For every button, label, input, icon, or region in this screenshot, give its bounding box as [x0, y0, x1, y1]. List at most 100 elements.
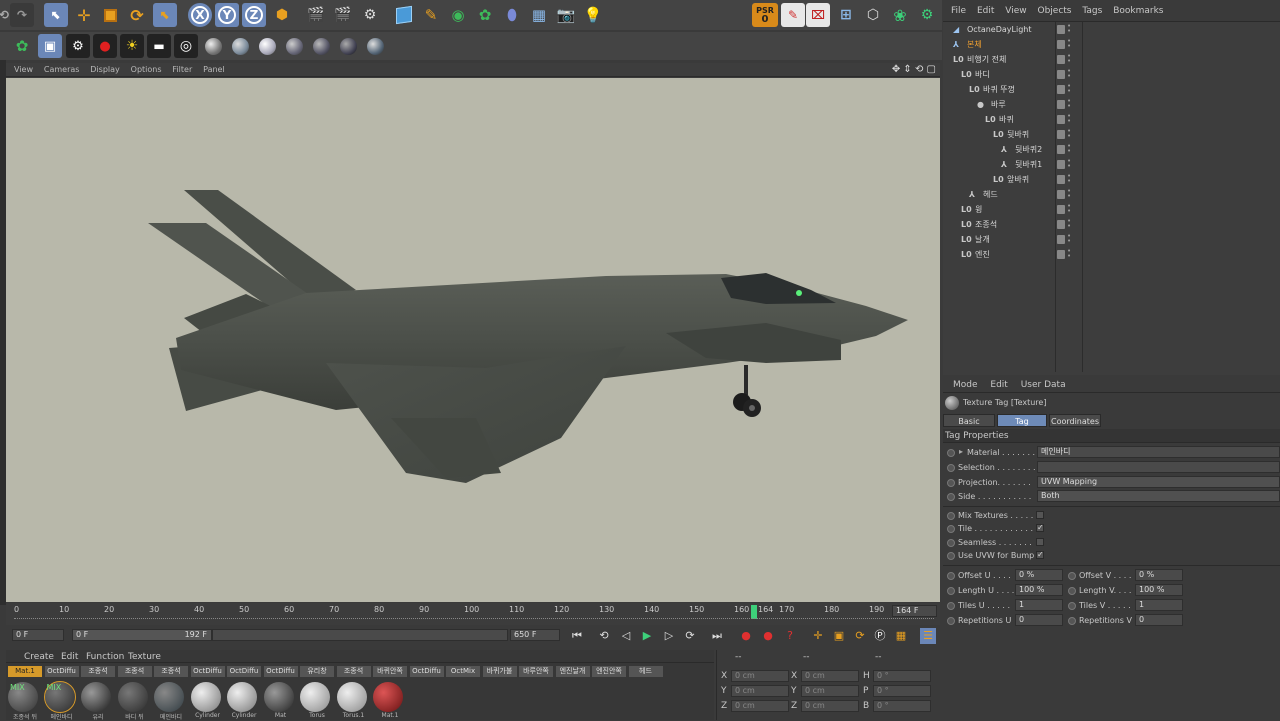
coord-value-field[interactable]: 0 cm — [801, 685, 859, 697]
playhead[interactable] — [751, 605, 757, 619]
range-track[interactable] — [212, 629, 508, 641]
visibility-dots[interactable]: • • — [1067, 233, 1071, 245]
layer-color-swatch[interactable] — [1057, 235, 1065, 244]
octane-options-icon[interactable]: ⚙ — [915, 3, 939, 27]
render-picture-viewer-icon[interactable]: 🎬 — [331, 3, 355, 27]
light-icon[interactable]: 💡 — [581, 3, 605, 27]
material-tab-label[interactable]: 엔진안쪽 — [592, 666, 626, 677]
material-tab-label[interactable]: 바퀴안쪽 — [373, 666, 407, 677]
material-tab-label[interactable]: OctDiffu — [263, 666, 298, 677]
tab-coordinates[interactable]: Coordinates — [1049, 414, 1101, 427]
material-thumbnail[interactable] — [190, 682, 221, 712]
visibility-dots[interactable]: • • — [1067, 83, 1071, 95]
layer-color-swatch[interactable] — [1057, 130, 1065, 139]
om-row[interactable]: ⅄ 본체 • • — [943, 37, 1280, 52]
visibility-dots[interactable]: • • — [1067, 203, 1071, 215]
model-mode-icon[interactable]: ▣ — [38, 34, 62, 58]
timeline-window-icon[interactable]: ☰ — [920, 628, 936, 644]
material-thumbnail[interactable] — [81, 682, 111, 712]
selection-animate-dot[interactable] — [947, 464, 955, 472]
cube-icon[interactable] — [392, 3, 416, 27]
octane-material-icon[interactable]: ❀ — [888, 3, 912, 27]
projection-animate-dot[interactable] — [947, 479, 955, 487]
visibility-dots[interactable]: • • — [1067, 68, 1071, 80]
snap-icon[interactable]: ✎ — [781, 3, 805, 27]
start-frame-field[interactable]: 0 F — [12, 629, 64, 641]
visibility-dots[interactable]: • • — [1067, 128, 1071, 140]
visibility-dots[interactable]: • • — [1067, 188, 1071, 200]
repetitions-v-field[interactable]: 0 — [1135, 614, 1183, 626]
play-icon[interactable]: ▶ — [639, 628, 655, 644]
length-u-animate-dot[interactable] — [947, 587, 955, 595]
om-row[interactable]: L0 엔진 • • — [943, 247, 1280, 262]
visibility-dots[interactable]: • • — [1067, 98, 1071, 110]
layer-color-swatch[interactable] — [1057, 250, 1065, 259]
om-menu-file[interactable]: File — [951, 0, 966, 22]
layer-color-swatch[interactable] — [1057, 160, 1065, 169]
coord-value-field[interactable]: 0 ° — [873, 670, 931, 682]
autokey-icon[interactable]: ● — [760, 628, 776, 644]
visibility-dots[interactable]: • • — [1067, 113, 1071, 125]
octane-target-icon[interactable]: ◎ — [174, 34, 198, 58]
mat-menu-edit[interactable]: Edit — [61, 652, 78, 662]
current-frame-field[interactable]: 164 F — [892, 605, 937, 617]
material-tab-label[interactable]: 유리창 — [300, 666, 334, 677]
om-menu-bookmarks[interactable]: Bookmarks — [1113, 0, 1163, 22]
sphere-mat5-icon[interactable] — [309, 34, 333, 58]
camera-icon[interactable]: 📷 — [554, 3, 578, 27]
side-animate-dot[interactable] — [947, 493, 955, 501]
goto-start-icon[interactable]: ⏮ — [569, 628, 585, 644]
om-row[interactable]: L0 앞바퀴 • • — [943, 172, 1280, 187]
attr-menu-mode[interactable]: Mode — [953, 377, 978, 393]
key-rotation-icon[interactable]: ⟳ — [852, 628, 868, 644]
mat-menu-function[interactable]: Function — [86, 652, 124, 662]
coord-value-field[interactable]: 0 cm — [801, 700, 859, 712]
visibility-dots[interactable]: • • — [1067, 218, 1071, 230]
om-row[interactable]: ● 바루 • • — [943, 97, 1280, 112]
viewport-menu-options[interactable]: Options — [131, 63, 162, 77]
visibility-dots[interactable]: • • — [1067, 143, 1071, 155]
end-frame-field[interactable]: 650 F — [510, 629, 560, 641]
tiles-u-field[interactable]: 1 — [1015, 599, 1063, 611]
om-row[interactable]: L0 바퀴 • • — [943, 112, 1280, 127]
material-expand-icon[interactable]: ▸ — [959, 447, 963, 456]
move-tool-icon[interactable]: ✛ — [72, 3, 96, 27]
seamless-animate-dot[interactable] — [947, 539, 955, 547]
projection-dropdown[interactable]: UVW Mapping — [1037, 476, 1280, 488]
key-scale-icon[interactable]: ▣ — [831, 628, 847, 644]
om-menu-tags[interactable]: Tags — [1082, 0, 1102, 22]
visibility-dots[interactable]: • • — [1067, 173, 1071, 185]
length-v-animate-dot[interactable] — [1068, 587, 1076, 595]
record-keys-icon[interactable]: ● — [738, 628, 754, 644]
om-row[interactable]: L0 윙 • • — [943, 202, 1280, 217]
octane-live-viewer-icon[interactable]: ⊞ — [834, 3, 858, 27]
material-tab-label[interactable]: OctDiffu — [44, 666, 79, 677]
next-key-icon[interactable]: ⟳ — [682, 628, 698, 644]
coord-value-field[interactable]: 0 cm — [731, 700, 789, 712]
material-tab-label[interactable]: OctMix — [446, 666, 480, 677]
scale-tool-icon[interactable] — [98, 3, 122, 27]
prev-frame-icon[interactable]: ◁ — [618, 628, 634, 644]
offset-u-field[interactable]: 0 % — [1015, 569, 1063, 581]
octane-daylight-icon[interactable]: ☀ — [120, 34, 144, 58]
om-menu-view[interactable]: View — [1005, 0, 1026, 22]
offset-v-field[interactable]: 0 % — [1135, 569, 1183, 581]
key-param-icon[interactable]: Ⓟ — [872, 628, 888, 644]
material-thumbnail[interactable] — [263, 682, 294, 712]
uvw-bump-checkbox[interactable]: ✓ — [1036, 551, 1044, 559]
deformer-icon[interactable]: ⬮ — [500, 3, 524, 27]
render-settings-icon[interactable]: ⚙ — [358, 3, 382, 27]
material-tab-label[interactable]: 헤드 — [628, 666, 663, 677]
layer-color-swatch[interactable] — [1057, 145, 1065, 154]
visibility-dots[interactable]: • • — [1067, 23, 1071, 35]
tab-basic[interactable]: Basic — [943, 414, 995, 427]
key-pla-icon[interactable]: ▦ — [893, 628, 909, 644]
attr-menu-edit[interactable]: Edit — [990, 377, 1007, 393]
axis-z-button[interactable]: Z — [242, 3, 266, 27]
om-row[interactable]: ⅄ 뒷바퀴2 • • — [943, 142, 1280, 157]
layer-color-swatch[interactable] — [1057, 175, 1065, 184]
coordinate-system-icon[interactable]: ⬢ — [270, 3, 294, 27]
floor-icon[interactable]: ▦ — [527, 3, 551, 27]
layer-color-swatch[interactable] — [1057, 205, 1065, 214]
om-row[interactable]: L0 바퀴 뚜껑 • • — [943, 82, 1280, 97]
